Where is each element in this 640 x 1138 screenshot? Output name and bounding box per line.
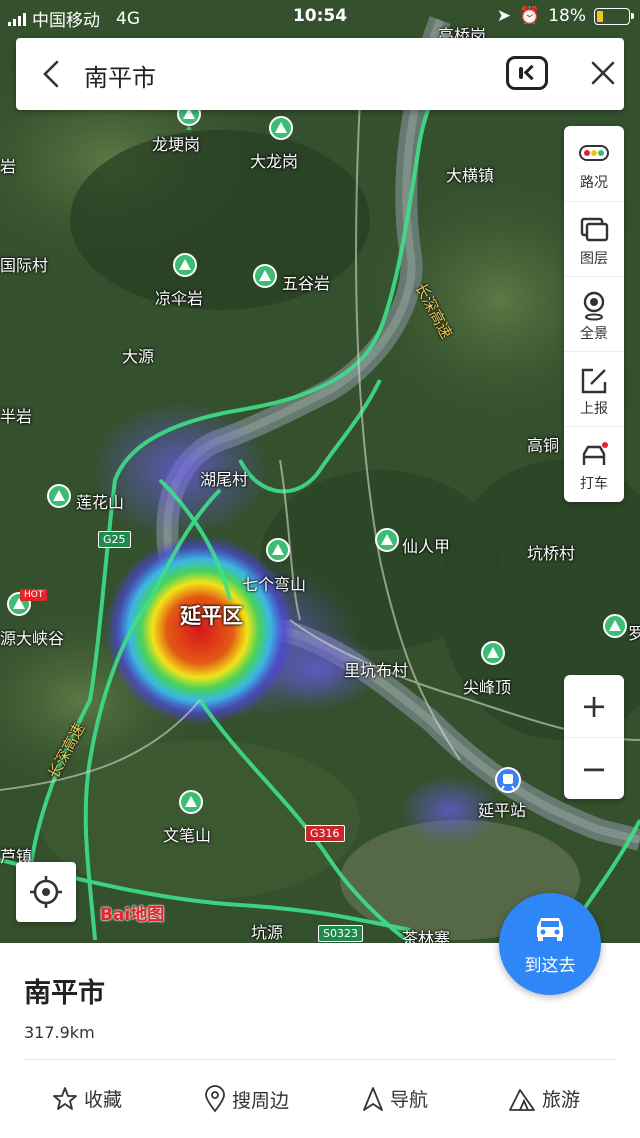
map-label-likengbucun: 里坑布村	[344, 661, 409, 680]
layers-label: 图层	[580, 251, 608, 267]
map-label-wenbishan: 文笔山	[163, 826, 212, 845]
map-label-huweicun: 湖尾村	[200, 470, 249, 489]
panorama-button[interactable]: 全景	[564, 276, 624, 352]
satellite-map	[0, 0, 640, 943]
travel-button[interactable]: 旅游	[508, 1085, 580, 1112]
divider	[24, 1059, 616, 1060]
back-arrow-icon[interactable]	[42, 60, 60, 88]
map-label-liangsanyan: 凉伞岩	[155, 289, 204, 308]
favorite-label: 收藏	[84, 1089, 123, 1111]
map-label-dalonggang: 大龙岗	[250, 152, 299, 171]
zoom-control: + −	[564, 675, 624, 799]
close-icon[interactable]	[590, 60, 616, 86]
mountain-marker-icon[interactable]	[602, 614, 628, 644]
travel-label: 旅游	[542, 1089, 581, 1111]
map-tool-panel: 路况 图层 全景 上报 打车	[564, 126, 624, 502]
panorama-label: 全景	[580, 326, 608, 342]
map-label-qiqiaocun: 坑桥村	[527, 544, 576, 563]
star-icon	[53, 1086, 77, 1110]
map-label-jianfengding: 尖峰顶	[463, 678, 512, 697]
voice-search-icon[interactable]	[506, 56, 548, 90]
taxi-label: 打车	[580, 476, 608, 492]
panorama-pin-icon	[583, 291, 605, 321]
search-nearby-button[interactable]: 搜周边	[204, 1085, 289, 1113]
map-label-gaotong: 高铜	[527, 436, 560, 455]
map-label-ya: 岩	[0, 157, 17, 176]
map-label-yanpingzhan: 延平站	[478, 801, 527, 820]
battery-icon	[594, 7, 634, 25]
map-label-xianrenjia: 仙人甲	[402, 537, 451, 556]
navigation-arrow-icon	[363, 1086, 383, 1111]
search-query[interactable]: 南平市	[84, 58, 156, 93]
navigate-label: 导航	[390, 1089, 429, 1111]
status-bar: 中国移动 4G 10:54 ➤ ⏰ 18%	[0, 0, 640, 34]
map-view[interactable]: 龙埂岗 大龙岗 大横镇 高桥岗 凉伞岩 五谷岩 大源 湖尾村 莲花山 仙人甲 坑…	[0, 0, 640, 943]
battery-percent: 18%	[548, 6, 586, 26]
location-arrow-icon: ➤	[496, 6, 512, 26]
mountain-marker-icon[interactable]	[265, 538, 291, 568]
navigate-button[interactable]: 导航	[362, 1085, 428, 1112]
road-sign-g25: G25	[98, 531, 131, 548]
map-label-qigewanshan: 七个弯山	[242, 575, 307, 594]
taxi-button[interactable]: 打车	[564, 426, 624, 502]
road-sign-g316: G316	[305, 825, 345, 842]
map-label-longgenggang: 龙埂岗	[152, 135, 201, 154]
report-label: 上报	[580, 401, 608, 417]
edit-report-icon	[581, 368, 607, 394]
map-label-banyan: 半岩	[0, 407, 33, 426]
map-label-chalinzhai: 茶林寨	[402, 929, 451, 943]
map-label-dahengzhen: 大横镇	[446, 166, 495, 185]
mountain-marker-icon[interactable]	[480, 641, 506, 671]
crosshair-icon	[30, 876, 62, 908]
tent-icon	[509, 1088, 535, 1111]
layers-icon	[580, 217, 609, 242]
map-label-lianhuashan: 莲花山	[76, 493, 125, 512]
go-here-button[interactable]: 到这去	[499, 893, 601, 995]
mountain-marker-icon[interactable]	[374, 528, 400, 558]
alarm-icon: ⏰	[519, 6, 541, 26]
nearby-label: 搜周边	[232, 1089, 290, 1112]
hot-badge: HOT	[20, 589, 48, 601]
map-label-wuguyan: 五谷岩	[282, 274, 331, 293]
mountain-marker-icon[interactable]	[268, 116, 294, 146]
traffic-light-icon	[579, 145, 609, 161]
report-button[interactable]: 上报	[564, 351, 624, 427]
place-name: 南平市	[24, 978, 105, 1009]
mountain-marker-icon[interactable]	[46, 484, 72, 514]
map-label-luo: 罗	[628, 624, 640, 643]
zoom-out-button[interactable]: −	[564, 737, 624, 800]
favorite-button[interactable]: 收藏	[52, 1085, 122, 1112]
map-label-guoji: 国际村	[0, 256, 49, 275]
zoom-in-button[interactable]: +	[564, 675, 624, 737]
location-pin-icon	[205, 1085, 225, 1113]
traffic-label: 路况	[580, 175, 608, 191]
place-distance: 317.9km	[24, 1023, 95, 1042]
mountain-marker-icon[interactable]	[172, 253, 198, 283]
mountain-marker-icon[interactable]	[252, 264, 278, 294]
layers-button[interactable]: 图层	[564, 201, 624, 277]
map-label-yanpingqu: 延平区	[180, 604, 243, 628]
car-icon	[537, 918, 563, 941]
train-station-icon[interactable]	[494, 766, 522, 794]
baidu-map-logo: Bai地图	[100, 905, 165, 925]
mountain-marker-icon[interactable]	[178, 790, 204, 820]
locate-button[interactable]	[16, 862, 76, 922]
search-bar[interactable]: 南平市	[16, 38, 624, 110]
traffic-button[interactable]: 路况	[564, 126, 624, 201]
go-here-label: 到这去	[524, 956, 576, 976]
map-label-dayuan: 大源	[122, 347, 155, 366]
map-label-kengyuan: 坑源	[251, 923, 284, 942]
taxi-icon	[582, 442, 608, 465]
map-label-dayuanxiagu: 源大峡谷	[0, 629, 65, 648]
road-sign-s0323: S0323	[318, 925, 363, 942]
